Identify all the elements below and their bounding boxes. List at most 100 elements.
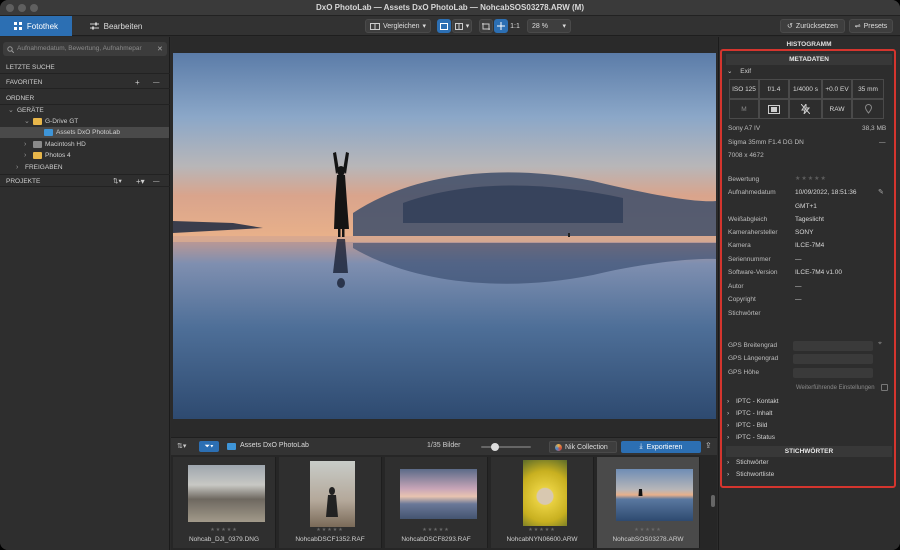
keyword-list-toggle[interactable]: › Stichwortliste (727, 471, 774, 478)
projects-header[interactable]: PROJEKTE ⇅▾ +▾ — (0, 174, 170, 187)
search-input[interactable]: Aufnahmedatum, Bewertung, Aufnahmepar (3, 42, 167, 56)
keywords-toggle[interactable]: › Stichwörter (727, 459, 769, 466)
gps-altitude-field[interactable] (793, 368, 873, 378)
rating-stars[interactable]: ★★★★★ (597, 527, 699, 533)
fit-button[interactable] (494, 19, 508, 33)
thumbnail-image (523, 460, 567, 526)
tree-mac-hd[interactable]: › Macintosh HD (24, 139, 86, 150)
gps-latitude-field[interactable] (793, 341, 873, 351)
nik-collection-button[interactable]: Nik Collection (549, 441, 617, 453)
manufacturer-value: SONY (795, 229, 814, 236)
thumbnail[interactable]: ★★★★★ Nohcab_DJI_0379.DNG (173, 457, 276, 548)
white-balance-value: Tageslicht (795, 216, 824, 223)
advanced-settings-checkbox[interactable] (881, 384, 888, 391)
recent-search-header[interactable]: LETZTE SUCHE (0, 61, 170, 74)
tree-devices[interactable]: ⌄ GERÄTE (8, 105, 44, 116)
share-icon[interactable]: ⇪ (705, 441, 712, 450)
ratio-button[interactable]: 1:1 (508, 19, 522, 33)
thumbnail-size-slider[interactable] (481, 446, 531, 448)
crop-icon (482, 22, 490, 30)
folders-header[interactable]: ORDNER (0, 92, 170, 105)
sliders-icon (89, 22, 99, 30)
edit-pencil-icon[interactable]: ✎ (878, 188, 884, 196)
sort-icon[interactable]: ⇅▾ (113, 175, 122, 188)
mac-hd-label: Macintosh HD (45, 141, 86, 148)
filmstrip: ★★★★★ Nohcab_DJI_0379.DNG ★★★★★ NohcabDS… (171, 455, 717, 550)
flash-off-icon (789, 99, 822, 119)
thumbnail[interactable]: ★★★★★ NohcabNYN06600.ARW (491, 457, 594, 548)
histogram-header[interactable]: HISTOGRAMM (718, 41, 900, 48)
tab-edit-label: Bearbeiten (103, 21, 143, 31)
figure-silhouette (638, 489, 643, 496)
rating-stars[interactable]: ★★★★★ (279, 527, 381, 533)
copyright-value[interactable]: — (795, 296, 802, 303)
chevron-right-icon: › (727, 471, 730, 478)
tree-gdrive[interactable]: ⌄ G-Drive GT (24, 116, 78, 127)
slider-handle[interactable] (491, 443, 499, 451)
gps-longitude-field[interactable] (793, 354, 873, 364)
iptc-content-toggle[interactable]: › IPTC - Inhalt (727, 410, 772, 417)
sort-icon[interactable]: ⇅▾ (177, 442, 186, 450)
rating-stars[interactable]: ★★★★★ (491, 527, 593, 533)
remove-favorite-icon[interactable]: — (153, 76, 160, 89)
field-label: Copyright (728, 296, 756, 303)
reset-button[interactable]: ↺ Zurücksetzen (780, 19, 845, 33)
split-view-button[interactable]: ▾ (452, 19, 472, 33)
tree-photos[interactable]: › Photos 4 (24, 150, 71, 161)
keywords-header[interactable]: STICHWÖRTER (726, 446, 892, 457)
export-button[interactable]: ⤓ Exportieren (621, 441, 701, 453)
iptc-status-toggle[interactable]: › IPTC - Status (727, 434, 775, 441)
thumbnail-image (400, 469, 477, 519)
crop-preview-button[interactable] (479, 19, 493, 33)
current-folder-label: Assets DxO PhotoLab (240, 442, 309, 449)
tree-assets-folder[interactable]: Assets DxO PhotoLab (0, 127, 169, 138)
single-view-button[interactable] (437, 19, 451, 33)
wb-icon (768, 104, 780, 114)
map-pin-icon[interactable]: ⌖ (878, 340, 882, 348)
exposure-value: +0.0 EV (822, 79, 852, 99)
filter-icon[interactable]: ⏷▾ (199, 441, 219, 452)
rating-stars[interactable]: ★★★★★ (173, 527, 275, 533)
compare-button[interactable]: Vergleichen ▾ (365, 19, 431, 33)
figure-silhouette (326, 487, 338, 517)
remove-project-icon[interactable]: — (153, 175, 160, 188)
chevron-down-icon: ⌄ (727, 68, 733, 75)
app-window: DxO PhotoLab — Assets DxO PhotoLab — Noh… (0, 0, 900, 550)
filmstrip-scrollbar[interactable] (711, 495, 715, 507)
aperture-value: f/1.4 (759, 79, 789, 99)
thumbnail[interactable]: ★★★★★ NohcabDSCF8293.RAF (385, 457, 488, 548)
presets-button[interactable]: ⇌ Presets (849, 19, 893, 33)
clear-search-icon[interactable]: ✕ (157, 45, 163, 53)
tab-edit[interactable]: Bearbeiten (76, 16, 156, 36)
tree-shares[interactable]: › FREIGABEN (16, 162, 63, 173)
author-value[interactable]: — (795, 283, 802, 290)
tab-library[interactable]: Fotothek (0, 16, 72, 36)
keywords-label: Stichwörter (735, 459, 769, 466)
rating-stars[interactable]: ★★★★★ (795, 175, 827, 182)
iptc-contact-toggle[interactable]: › IPTC - Kontakt (727, 398, 779, 405)
favorites-header[interactable]: FAVORITEN + — (0, 76, 170, 89)
add-project-icon[interactable]: +▾ (136, 175, 145, 188)
exif-section-toggle[interactable]: ⌄ Exif (727, 67, 751, 75)
thumbnail-selected[interactable]: ★★★★★ NohcabSOS03278.ARW (597, 457, 700, 548)
rating-stars[interactable]: ★★★★★ (385, 527, 487, 533)
add-favorite-icon[interactable]: + (135, 76, 140, 89)
location-icon (852, 99, 884, 119)
zoom-select[interactable]: 28 % ▾ (527, 19, 571, 33)
thumbnail[interactable]: ★★★★★ NohcabDSCF1352.RAF (279, 457, 382, 548)
favorites-label: FAVORITEN (6, 79, 43, 86)
main-photo[interactable] (173, 53, 716, 419)
field-label: Weißabgleich (728, 216, 768, 223)
field-label: Stichwörter (728, 310, 761, 317)
compare-icon (369, 22, 380, 30)
metadata-header[interactable]: METADATEN (726, 54, 892, 65)
folder-icon (227, 443, 236, 450)
capture-date-value[interactable]: 10/09/2022, 18:51:36 (795, 189, 856, 196)
beach-photo-image (173, 53, 716, 419)
main-toolbar: Fotothek Bearbeiten Vergleichen ▾ ▾ 1:1 … (0, 16, 900, 36)
iptc-image-toggle[interactable]: › IPTC - Bild (727, 422, 767, 429)
split-view-icon (454, 22, 463, 30)
pin-icon (864, 104, 872, 114)
thumbnail-name: NohcabSOS03278.ARW (612, 536, 684, 543)
advanced-settings-label[interactable]: Weiterführende Einstellungen (796, 385, 875, 391)
